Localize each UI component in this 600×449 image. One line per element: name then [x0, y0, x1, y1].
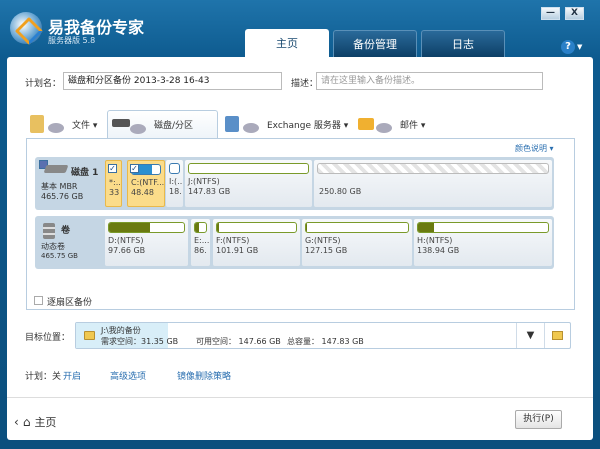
hard-disk-icon	[43, 165, 69, 173]
schedule-status: 计划：关	[25, 372, 62, 382]
minimize-button[interactable]: —	[541, 7, 560, 20]
tab-log[interactable]: 日志	[421, 30, 505, 57]
back-home-button[interactable]: ‹ ⌂ 主页	[14, 414, 56, 430]
category-label: 邮件 ▾	[400, 120, 426, 131]
tab-backup-management[interactable]: 备份管理	[333, 30, 417, 57]
partition-d[interactable]: D:(NTFS) 97.66 GB	[105, 219, 188, 266]
folder-icon	[84, 331, 95, 340]
help-icon[interactable]: ?	[561, 40, 575, 54]
browse-folder-button[interactable]	[544, 323, 570, 348]
description-input[interactable]: 请在这里输入备份描述。	[316, 72, 543, 90]
enable-schedule-link[interactable]: 开启	[63, 369, 81, 382]
disk-name: 磁盘 1	[71, 168, 99, 178]
divider	[7, 397, 593, 398]
partition-i[interactable]: I:(...18.	[166, 160, 183, 207]
available-space: 可用空间： 147.66 GB	[196, 337, 281, 346]
execute-button[interactable]: 执行(P)	[515, 410, 562, 429]
disk-header[interactable]: 磁盘 1 基本 MBR 465.76 GB	[39, 160, 103, 207]
sector-backup-checkbox[interactable]	[34, 296, 43, 305]
plan-name-label: 计划名：	[25, 79, 62, 89]
disk-icon	[112, 114, 150, 136]
app-window: 易我备份专家 服务器版 5.8 — X 日志 备份管理 ? ▼ 主页 计划名： …	[0, 0, 600, 449]
chevron-left-icon: ‹	[14, 415, 19, 429]
app-logo-icon	[10, 12, 42, 44]
partition-c[interactable]: ✓ C:(NTF... 48.48	[127, 160, 165, 207]
category-label: Exchange 服务器 ▾	[267, 120, 349, 131]
unallocated-space[interactable]: 250.80 GB	[314, 160, 552, 207]
app-subtitle: 服务器版 5.8	[48, 36, 96, 45]
color-legend-link[interactable]: 颜色说明 ▾	[515, 143, 554, 154]
help-dropdown-icon[interactable]: ▼	[577, 43, 582, 51]
volume-header[interactable]: 卷 动态卷 465.75 GB	[39, 219, 103, 266]
partition-star[interactable]: ✓ *:... 33	[105, 160, 122, 207]
category-mail[interactable]: 邮件 ▾	[358, 110, 425, 138]
folder-icon	[552, 331, 563, 340]
category-file[interactable]: 文件 ▾	[30, 110, 97, 138]
advanced-options-link[interactable]: 高级选项	[110, 369, 146, 382]
home-label: 主页	[34, 416, 57, 429]
category-label: 磁盘/分区	[154, 121, 194, 131]
target-path: J:\我的备份	[101, 326, 141, 335]
disk-type: 基本 MBR	[41, 182, 78, 191]
partition-g[interactable]: G:(NTFS) 127.15 GB	[302, 219, 412, 266]
target-label: 目标位置：	[25, 333, 71, 343]
exchange-icon	[225, 113, 263, 135]
usage-bar	[317, 163, 549, 174]
total-capacity: 总容量： 147.83 GB	[287, 337, 364, 346]
category-disk-partition[interactable]: 磁盘/分区	[107, 110, 218, 138]
description-label: 描述：	[291, 79, 319, 89]
usage-bar	[188, 163, 309, 174]
partition-j[interactable]: J:(NTFS) 147.83 GB	[185, 160, 312, 207]
volume-row: 卷 动态卷 465.75 GB D:(NTFS) 97.66 GB E:... 86…	[35, 216, 554, 269]
category-label: 文件 ▾	[72, 120, 98, 131]
disk-panel: 颜色说明 ▾ 磁盘 1 基本 MBR 465.76 GB ✓ *:... 33 ✓…	[26, 138, 575, 310]
volume-type: 动态卷	[41, 242, 65, 251]
volume-name: 卷	[61, 226, 71, 236]
category-exchange[interactable]: Exchange 服务器 ▾	[225, 110, 348, 138]
target-location-field[interactable]: J:\我的备份 需求空间：31.35 GB 可用空间： 147.66 GB 总容…	[75, 322, 571, 349]
sector-backup-label: 逐扇区备份	[47, 298, 93, 308]
disk-size: 465.76 GB	[41, 192, 84, 201]
volume-icon	[43, 223, 55, 239]
partition-e[interactable]: E:... 86.	[191, 219, 210, 266]
tab-home[interactable]: 主页	[245, 29, 329, 58]
usage-bar	[169, 163, 180, 174]
dropdown-arrow-icon[interactable]: ▼	[516, 323, 544, 348]
required-space: 需求空间：31.35 GB	[101, 337, 179, 346]
folder-icon	[30, 113, 68, 135]
disk-row: 磁盘 1 基本 MBR 465.76 GB ✓ *:... 33 ✓ C:(NTF…	[35, 157, 554, 210]
plan-name-input[interactable]: 磁盘和分区备份 2013-3-28 16-43	[63, 72, 282, 90]
partition-f[interactable]: F:(NTFS) 101.91 GB	[213, 219, 300, 266]
mail-icon	[358, 113, 396, 135]
close-button[interactable]: X	[565, 7, 584, 20]
home-icon: ⌂	[22, 415, 31, 429]
volume-size: 465.75 GB	[41, 252, 78, 260]
partition-h[interactable]: H:(NTFS) 138.94 GB	[414, 219, 552, 266]
image-deletion-policy-link[interactable]: 镜像删除策略	[177, 369, 231, 382]
